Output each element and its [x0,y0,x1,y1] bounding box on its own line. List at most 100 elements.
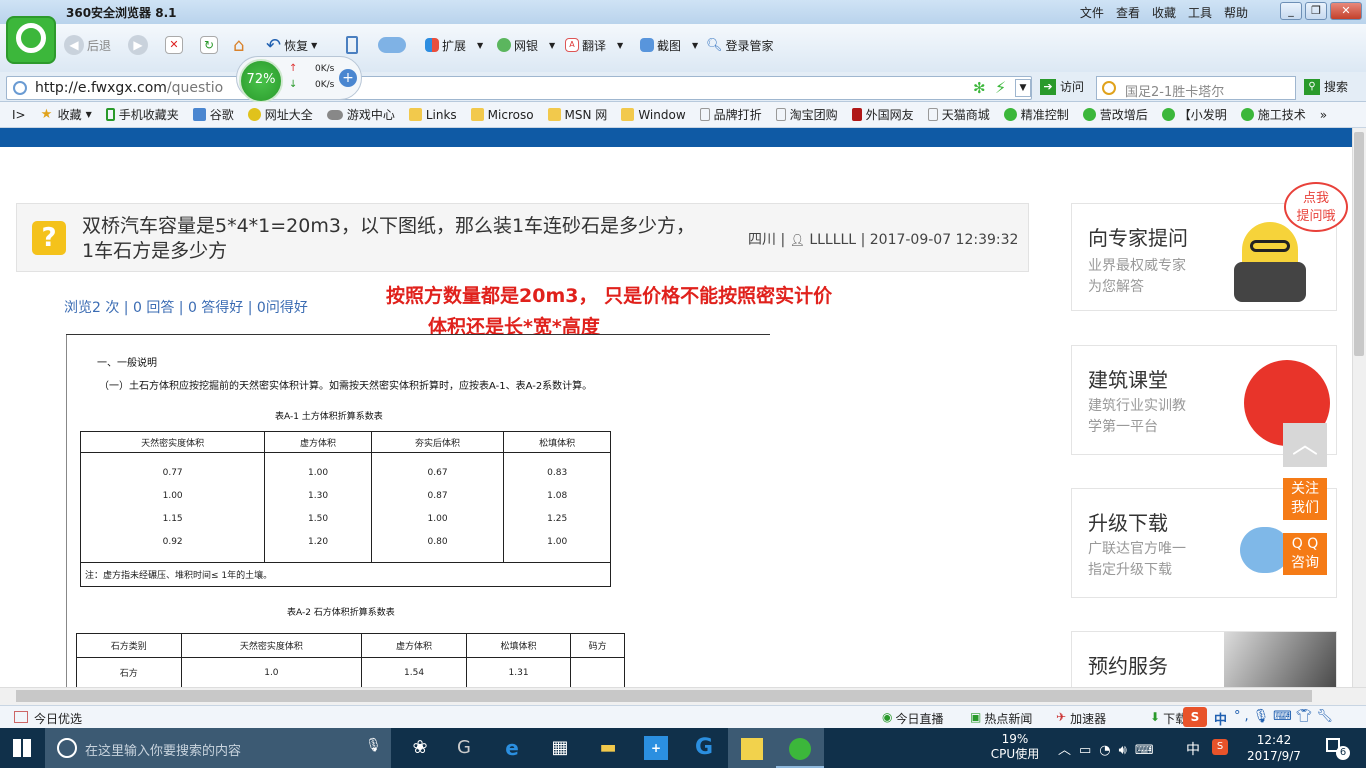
fav-item[interactable]: 【小发明 [1155,106,1234,123]
task-view-icon[interactable]: ❀ [400,728,440,768]
fav-item[interactable]: 淘宝团购 [769,106,845,123]
notification-count: 6 [1336,746,1350,760]
close-button[interactable]: ✕ [1330,2,1362,20]
ime-tools-icons[interactable]: °,🎙︎⌨︎👕︎🔧︎ [1234,709,1337,724]
star-icon: ★ [40,107,53,122]
handshake-image [1224,632,1336,687]
search-placeholder: 国足2-1胜卡塔尔 [1125,85,1225,100]
store-icon[interactable]: ▦ [536,728,584,768]
notification-center[interactable]: 6 [1322,736,1352,762]
qq-consult-button[interactable]: Q Q 咨询 [1283,533,1327,575]
booking-card[interactable]: 预约服务 [1071,631,1337,687]
browser-360-taskbar-icon[interactable] [776,728,824,768]
tray-sogou-icon[interactable]: S [1212,739,1228,755]
menu-view[interactable]: 查看 [1116,4,1140,21]
sogou-ime-icon[interactable]: S [1183,707,1207,727]
back-to-top-button[interactable]: ︿ [1283,423,1327,467]
browser-logo[interactable] [6,16,56,64]
microphone-icon[interactable]: 🎙︎ [365,738,382,753]
menu-help[interactable]: 帮助 [1224,4,1248,21]
refresh-button[interactable]: ↻ [200,34,218,56]
news-icon: ▣ [970,710,982,724]
fav-item[interactable]: 外国网友 [845,106,921,123]
vertical-scroll-thumb[interactable] [1354,132,1364,356]
address-bar[interactable]: http://e.fwxgx.com/questio ✻ ⚡ ▼ [6,76,1032,100]
fav-item[interactable]: Links [402,108,464,122]
question-region[interactable]: 四川 [748,232,776,248]
fav-item[interactable]: 精准控制 [997,106,1076,123]
address-dropdown[interactable]: ▼ [1015,79,1031,97]
fav-item[interactable]: 游戏中心 [320,106,402,123]
favorites-toggle[interactable]: I> [0,108,34,122]
home-icon: ⌂ [233,34,245,56]
maximize-button[interactable]: ❐ [1305,2,1327,20]
menu-tools[interactable]: 工具 [1188,4,1212,21]
home-button[interactable]: ⌂ [233,34,244,56]
bank-button[interactable]: 网银 ▼ [497,34,555,56]
favorites-more[interactable]: » [1313,108,1334,122]
app-g-icon[interactable]: G [680,728,728,768]
follow-us-button[interactable]: 关注 我们 [1283,478,1327,520]
chevron-down-icon: ▼ [477,40,484,50]
network-speed-widget[interactable]: 72% ↑ ↓ 0K/s 0K/s + [236,56,362,103]
fav-item[interactable]: 品牌打折 [693,106,769,123]
tray-icons[interactable]: ︿▭◔🔊︎⌨︎ [1058,739,1162,758]
accelerate-icon[interactable]: + [339,69,357,87]
translate-button[interactable]: A 翻译 ▼ [565,34,623,56]
fav-item[interactable]: 营改增后 [1076,106,1155,123]
undo-icon: ↶ [266,34,282,56]
news-button[interactable]: ▣ 热点新闻 [970,710,1032,727]
menu-favorites[interactable]: 收藏 [1152,4,1176,21]
taskbar-apps: ❀ G e ▦ ▬ + G [400,728,824,768]
browser-statusbar: 今日优选 ◉ 今日直播 ▣ 热点新闻 ✈ 加速器 ⬇ 下载 S 中 °,🎙︎⌨︎👕︎🔧︎ [0,705,1366,728]
notes-app-icon[interactable] [728,728,776,768]
cloud-button[interactable] [378,34,406,56]
ime-mode[interactable]: 中 [1214,709,1227,728]
user-icon: 👤︎ [789,233,805,247]
fav-item[interactable]: Microso [464,108,541,122]
restore-button[interactable]: ↶ 恢复 ▼ [266,34,317,56]
windows-start-icon[interactable] [13,739,31,757]
clock[interactable]: 12:42 2017/9/7 [1240,732,1308,764]
stop-button[interactable]: ✕ [165,34,183,56]
back-button[interactable]: ◀ 后退 [64,34,111,56]
tray-ime[interactable]: 中 [1186,739,1200,759]
horizontal-scroll-thumb[interactable] [16,690,1312,702]
app-icon[interactable]: G [440,728,488,768]
gamepad-icon [326,109,343,120]
edge-icon[interactable]: e [488,728,536,768]
search-input[interactable]: 国足2-1胜卡塔尔 [1096,76,1296,100]
app-plus-icon[interactable]: + [632,728,680,768]
menu-file[interactable]: 文件 [1080,4,1104,21]
upload-arrow-icon: ↑ [289,63,298,74]
accelerator-button[interactable]: ✈ 加速器 [1056,710,1106,727]
ask-bubble[interactable]: 点我 提问哦 [1284,182,1348,232]
cpu-usage[interactable]: 19% CPU使用 [990,732,1040,762]
phone-button[interactable] [346,34,358,56]
fav-item[interactable]: Window [614,108,692,122]
fav-item[interactable]: 手机收藏夹 [99,106,186,123]
screenshot-button[interactable]: 截图 ▼ [640,34,698,56]
download-button[interactable]: ⬇ 下载 [1150,710,1187,727]
card-sub: 建筑行业实训教 学第一平台 [1088,398,1186,435]
fav-item[interactable]: ★ 收藏 ▼ [34,106,99,123]
taskbar-search[interactable]: 在这里输入你要搜索的内容 🎙︎ [45,728,391,768]
search-button[interactable]: ⚲ 搜索 [1304,78,1348,95]
login-manager-button[interactable]: 🔍︎ 登录管家 [706,34,774,56]
question-user[interactable]: LLLLLL [809,232,856,248]
forward-button[interactable]: ▶ [128,34,148,56]
fav-item[interactable]: 网址大全 [241,106,320,123]
card-sub: 业界最权威专家 为您解答 [1088,258,1186,295]
download-arrow-icon: ↓ [289,79,298,90]
fav-item[interactable]: 施工技术 [1234,106,1313,123]
today-picks[interactable]: 今日优选 [34,710,82,727]
fav-item[interactable]: MSN 网 [541,106,615,123]
extend-button[interactable]: 扩展 ▼ [425,34,483,56]
fav-item[interactable]: 天猫商城 [921,106,997,123]
file-explorer-icon[interactable]: ▬ [584,728,632,768]
live-button[interactable]: ◉ 今日直播 [882,710,944,727]
fav-item[interactable]: 谷歌 [186,106,241,123]
visit-button[interactable]: ➔ 访问 [1040,78,1084,95]
minimize-button[interactable]: _ [1280,2,1302,20]
upload-speed: 0K/s [315,64,335,74]
